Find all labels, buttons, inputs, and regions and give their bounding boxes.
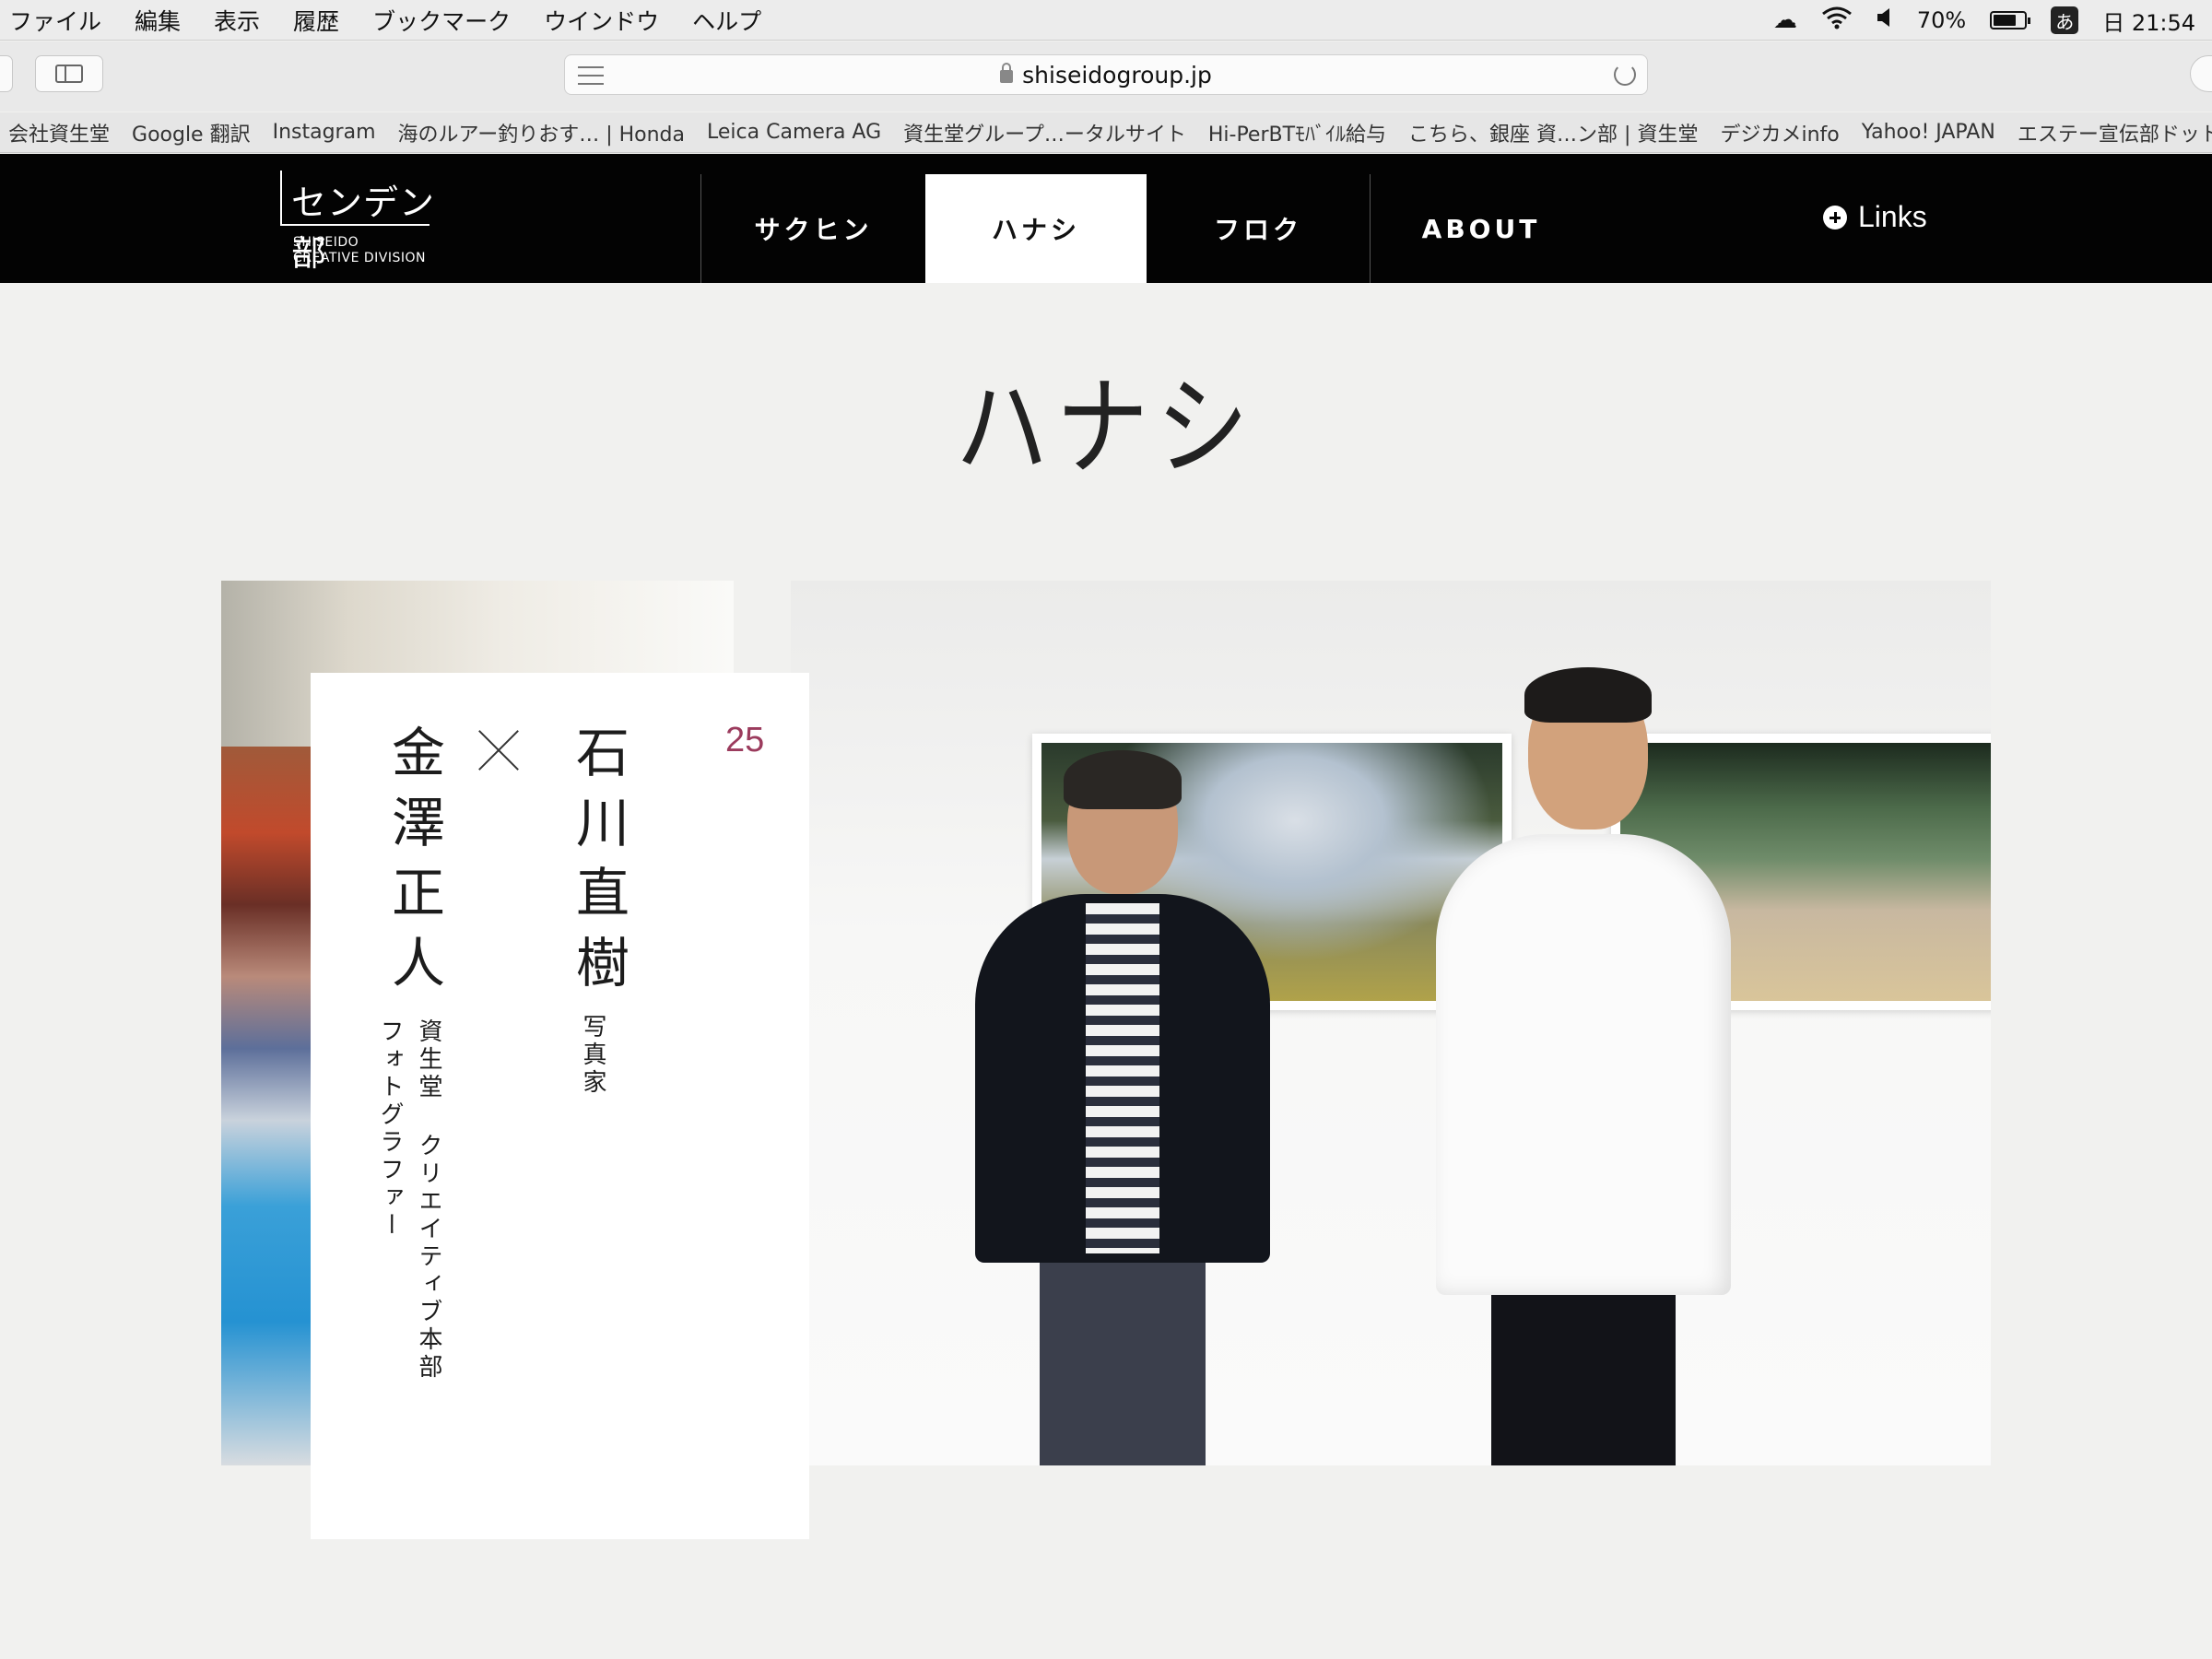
photo-region [221,747,313,1465]
reload-icon[interactable] [1614,64,1636,86]
bookmark-item[interactable]: 会社資生堂 [0,118,124,147]
wifi-icon[interactable] [1821,6,1853,35]
article-number: 25 [725,721,765,759]
bookmark-item[interactable]: 海のルアー釣りおす… | Honda [384,118,699,147]
menubar-clock[interactable]: 日 21:54 [2102,5,2195,37]
bookmark-item[interactable]: こちら、銀座 資…ン部 | 資生堂 [1394,118,1712,147]
menu-history[interactable]: 履歴 [276,4,356,37]
address-bar[interactable]: shiseidogroup.jp [564,54,1648,95]
os-menubar: ファイル 編集 表示 履歴 ブックマーク ウインドウ ヘルプ ☁ 70% あ 日… [0,0,2212,41]
lock-icon [1000,63,1014,83]
menu-file[interactable]: ファイル [0,4,118,37]
bookmark-item[interactable]: デジカメinfo [1706,118,1853,147]
menu-bookmarks[interactable]: ブックマーク [356,4,527,37]
cloud-sync-icon[interactable]: ☁ [1773,6,1797,34]
status-area: ☁ 70% あ 日 21:54 [1773,0,2195,41]
bookmark-item[interactable]: エステー宣伝部ドットコム [2004,118,2212,147]
host-role: フォトグラファー [376,1018,404,1240]
nav-sakuhin[interactable]: サクヒン [701,174,925,283]
site-header: センデン部 SHISEIDO CREATIVE DIVISION サクヒン ハナ… [0,154,2212,283]
person-figure [975,750,1270,1465]
share-button[interactable] [2190,55,2212,92]
guest-role: 写真家 [579,1014,606,1097]
menu-edit[interactable]: 編集 [118,4,197,37]
url-text: shiseidogroup.jp [1022,61,1212,88]
menu-help[interactable]: ヘルプ [676,4,778,37]
page-title: ハナシ [955,364,1257,491]
nav-hanashi[interactable]: ハナシ [925,174,1147,283]
logo-subtitle: CREATIVE DIVISION [293,251,427,265]
bookmark-item[interactable]: Leica Camera AG [693,121,895,144]
figure-legs [1491,1290,1676,1465]
battery-percent: 70% [1916,7,1967,33]
sidebar-icon [55,65,83,83]
guest-name: 石川直樹 [567,724,629,1005]
plus-icon [1823,205,1847,229]
nav-furoku[interactable]: フロク [1147,174,1370,283]
figure-hair [1524,667,1652,723]
bookmark-item[interactable]: Google 翻訳 [118,118,265,147]
gallery-wall [791,581,1991,1465]
bookmark-item[interactable]: Hi-PerBTﾓﾊﾞｲﾙ給与 [1194,118,1400,147]
logo-subtitle: SHISEIDO [293,235,359,250]
menu-window[interactable]: ウインドウ [527,4,676,37]
figure-hair [1064,750,1182,809]
bookmark-item[interactable]: 資生堂グループ…ータルサイト [889,118,1200,147]
reader-view-icon[interactable] [578,66,604,85]
figure-shirt [1086,903,1159,1253]
menu-view[interactable]: 表示 [197,4,276,37]
host-role: 資生堂 クリエイティブ本部 [415,1018,442,1382]
nav-about[interactable]: ABOUT [1371,174,1592,283]
site-logo[interactable]: センデン部 SHISEIDO CREATIVE DIVISION [280,171,437,274]
bookmarks-bar: 会社資生堂 Google 翻訳 Instagram 海のルアー釣りおす… | H… [0,112,2212,153]
input-method-icon[interactable]: あ [2051,6,2079,34]
figure-shirt [1436,834,1731,1295]
back-button[interactable] [0,55,13,92]
feature-photo[interactable] [791,581,1991,1465]
links-label: Links [1858,200,1927,233]
browser-toolbar: shiseidogroup.jp [0,41,2212,112]
figure-legs [1040,1263,1206,1465]
host-name: 金澤正人 [382,724,445,1005]
article-card[interactable]: 25 石川直樹 写真家 金澤正人 資生堂 クリエイティブ本部 フォトグラファー [311,673,809,1539]
cross-icon [477,728,521,772]
app-menu: ファイル 編集 表示 履歴 ブックマーク ウインドウ ヘルプ [0,4,778,37]
battery-icon[interactable] [1990,11,2031,29]
links-button[interactable]: Links [1823,200,1927,234]
bookmark-item[interactable]: Instagram [259,121,390,144]
bookmark-item[interactable]: Yahoo! JAPAN [1848,121,2009,144]
volume-icon[interactable] [1877,7,1893,33]
person-figure [1436,667,1731,1465]
sidebar-toggle-button[interactable] [35,55,103,92]
